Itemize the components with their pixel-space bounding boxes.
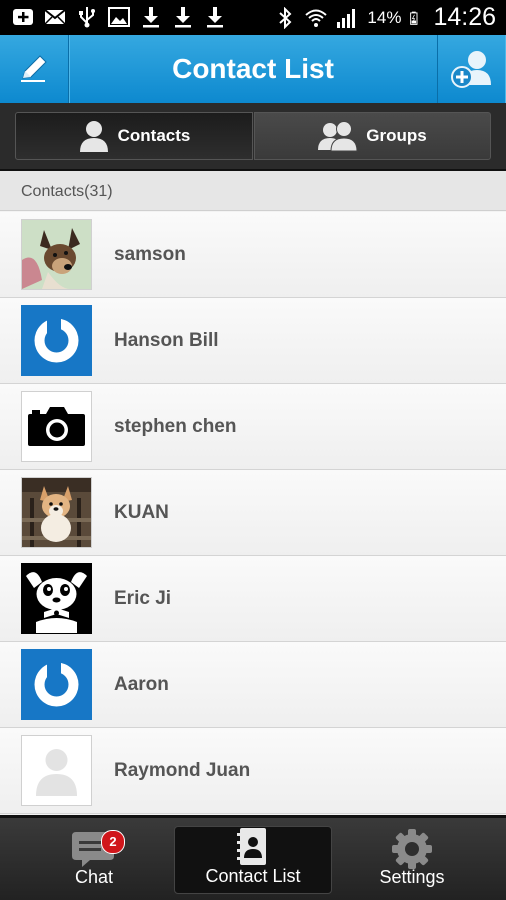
avatar — [21, 477, 92, 548]
contact-name: stephen chen — [114, 416, 237, 437]
contact-row[interactable]: Aaron — [0, 642, 506, 728]
contact-name: KUAN — [114, 502, 169, 523]
bottom-tab-bar: 2 Chat Contact List Settings — [0, 815, 506, 900]
contact-name: Raymond Juan — [114, 760, 251, 781]
dog-photo — [22, 220, 91, 289]
contact-row[interactable]: Hanson Bill — [0, 298, 506, 384]
tab-contact-list[interactable]: Contact List — [174, 826, 332, 894]
tab-contact-list-label: Contact List — [205, 866, 301, 886]
pencil-icon — [21, 55, 47, 82]
image-icon — [108, 7, 130, 27]
tab-contacts[interactable]: Contacts — [15, 112, 253, 160]
corgi-photo — [22, 478, 91, 547]
signal-icon — [337, 8, 356, 28]
tab-settings-label: Settings — [379, 867, 445, 887]
avatar — [21, 219, 92, 290]
contact-name: samson — [114, 244, 186, 265]
cartoon-dog — [22, 564, 91, 633]
contact-row[interactable]: stephen chen — [0, 384, 506, 470]
segmented-control: Contacts Groups — [0, 103, 506, 171]
download-icon — [175, 7, 191, 28]
person-icon — [79, 121, 108, 152]
contacts-section-header: Contacts(31) — [0, 171, 506, 211]
download-icon — [143, 7, 159, 28]
contact-row[interactable]: samson — [0, 212, 506, 298]
compose-button[interactable] — [0, 35, 69, 103]
usb-icon — [79, 7, 95, 28]
download-icon — [207, 7, 223, 28]
add-box-icon — [13, 9, 33, 25]
default-person-icon — [22, 736, 91, 805]
avatar — [21, 305, 92, 376]
contact-name: Eric Ji — [114, 588, 172, 609]
avatar — [21, 563, 92, 634]
status-bar: 14% 14:26 — [0, 0, 506, 35]
contact-row[interactable]: Eric Ji — [0, 556, 506, 642]
tab-chat-label: Chat — [74, 867, 114, 887]
avatar — [21, 649, 92, 720]
mail-icon — [44, 9, 66, 25]
contact-name: Aaron — [114, 674, 169, 695]
tab-groups-label: Groups — [366, 126, 427, 145]
tab-settings[interactable]: Settings — [333, 826, 491, 894]
blue-power-logo — [22, 306, 91, 375]
group-icon — [318, 121, 358, 152]
blue-power-logo — [22, 650, 91, 719]
avatar — [21, 735, 92, 806]
add-contact-icon — [451, 51, 491, 88]
clock-time: 14:26 — [433, 3, 496, 31]
tab-groups[interactable]: Groups — [254, 112, 491, 160]
tab-contacts-label: Contacts — [117, 126, 191, 145]
battery-icon — [410, 11, 418, 25]
bluetooth-icon — [279, 6, 292, 29]
contact-row[interactable]: Raymond Juan — [0, 728, 506, 814]
gear-icon — [392, 829, 432, 869]
add-contact-button[interactable] — [437, 35, 506, 103]
camera-icon — [22, 392, 91, 461]
contact-list: samson Hanson Bill stephen chen KUAN Eri… — [0, 212, 506, 814]
battery-percent: 14% — [367, 7, 402, 27]
tab-chat[interactable]: 2 Chat — [15, 826, 173, 894]
avatar — [21, 391, 92, 462]
address-book-icon — [237, 828, 266, 865]
chat-unread-badge: 2 — [101, 830, 125, 854]
page-title: Contact List — [172, 53, 334, 84]
wifi-icon — [305, 9, 328, 27]
contact-row[interactable]: KUAN — [0, 470, 506, 556]
app-header: Contact List — [0, 35, 506, 104]
contact-name: Hanson Bill — [114, 330, 219, 351]
